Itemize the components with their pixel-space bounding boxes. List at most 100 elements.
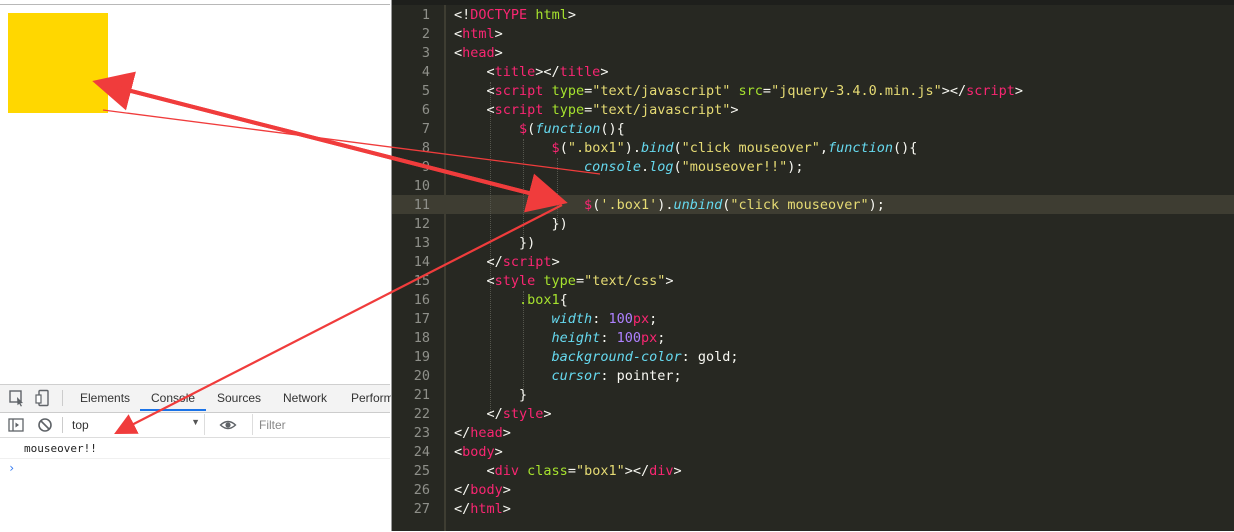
- code-line[interactable]: 17 width: 100px;: [392, 310, 1234, 329]
- inspect-element-icon[interactable]: [8, 389, 26, 407]
- line-code: <body>: [454, 443, 503, 462]
- code-line[interactable]: 8 $(".box1").bind("click mouseover",func…: [392, 139, 1234, 158]
- code-token: background-color: [551, 349, 682, 365]
- code-line[interactable]: 23 </head>: [392, 424, 1234, 443]
- code-token: <: [454, 26, 463, 42]
- code-token: 100: [608, 311, 633, 327]
- code-line[interactable]: 20 cursor: pointer;: [392, 367, 1234, 386]
- code-line[interactable]: 14 </script>: [392, 253, 1234, 272]
- code-line[interactable]: 9 console.log("mouseover!!");: [392, 158, 1234, 177]
- code-line[interactable]: 10: [392, 177, 1234, 196]
- code-token: unbind: [673, 197, 723, 213]
- line-number: 18: [413, 330, 430, 346]
- line-code: </style>: [454, 405, 552, 424]
- code-line[interactable]: 13 }): [392, 234, 1234, 253]
- code-token: head: [462, 45, 495, 61]
- line-number: 27: [413, 501, 430, 517]
- code-token: .: [640, 159, 650, 175]
- code-line[interactable]: 11 $('.box1').unbind("click mouseover");: [392, 196, 1234, 215]
- code-token: $: [519, 121, 528, 137]
- code-line[interactable]: 25 <div class="box1"></div>: [392, 462, 1234, 481]
- tab-console[interactable]: Console: [151, 391, 195, 405]
- code-line[interactable]: 7 $(function(){: [392, 120, 1234, 139]
- tab-performance[interactable]: Perform: [351, 391, 394, 405]
- tab-elements[interactable]: Elements: [80, 391, 130, 405]
- code-line[interactable]: 15 <style type="text/css">: [392, 272, 1234, 291]
- code-token: </: [454, 482, 471, 498]
- line-number: 19: [413, 349, 430, 365]
- line-number: 16: [413, 292, 430, 308]
- code-token: "jquery-3.4.0.min.js": [771, 83, 942, 99]
- active-tab-indicator: [140, 409, 206, 411]
- code-token: );: [868, 197, 885, 213]
- code-token: =: [762, 83, 772, 99]
- line-code: cursor: pointer;: [454, 367, 682, 386]
- line-code: }): [454, 215, 568, 234]
- code-token: >: [494, 26, 503, 42]
- code-token: "box1": [575, 463, 625, 479]
- device-toolbar-icon[interactable]: [34, 389, 52, 407]
- code-token: body: [470, 482, 503, 498]
- code-token: ).: [624, 140, 641, 156]
- code-line[interactable]: 5 <script type="text/javascript" src="jq…: [392, 82, 1234, 101]
- tab-sources[interactable]: Sources: [217, 391, 261, 405]
- code-line[interactable]: 27 </html>: [392, 500, 1234, 519]
- code-token: div: [649, 463, 674, 479]
- code-line[interactable]: 2 <html>: [392, 25, 1234, 44]
- code-line[interactable]: 18 height: 100px;: [392, 329, 1234, 348]
- code-token: script: [494, 83, 544, 99]
- line-code: console.log("mouseover!!");: [454, 158, 804, 177]
- console-prompt[interactable]: ›: [8, 461, 15, 475]
- filter-input[interactable]: [252, 414, 393, 435]
- live-expression-eye-icon[interactable]: [219, 416, 237, 434]
- line-code: </html>: [454, 500, 511, 519]
- code-token: $: [551, 140, 560, 156]
- code-line[interactable]: 21 }: [392, 386, 1234, 405]
- code-token: ></: [535, 64, 560, 80]
- code-token: "text/javascript": [592, 83, 731, 99]
- tab-network[interactable]: Network: [283, 391, 327, 405]
- code-line[interactable]: 4 <title></title>: [392, 63, 1234, 82]
- code-token: (){: [893, 140, 918, 156]
- code-token: type: [543, 273, 576, 289]
- code-token: <: [454, 64, 495, 80]
- line-code: <script type="text/javascript" src="jque…: [454, 82, 1024, 101]
- code-token: log: [649, 159, 674, 175]
- code-line[interactable]: 3 <head>: [392, 44, 1234, 63]
- code-token: ,: [819, 140, 828, 156]
- code-line[interactable]: 26 </body>: [392, 481, 1234, 500]
- code-token: height: [551, 330, 601, 346]
- code-token: function: [535, 121, 601, 137]
- line-code: $(function(){: [454, 120, 625, 139]
- code-line[interactable]: 24 <body>: [392, 443, 1234, 462]
- line-number: 7: [421, 121, 430, 137]
- code-token: <: [454, 102, 495, 118]
- code-token: =: [575, 273, 585, 289]
- code-line[interactable]: 1 <!DOCTYPE html>: [392, 6, 1234, 25]
- code-token: src: [738, 83, 763, 99]
- code-editor[interactable]: 1 <!DOCTYPE html> 2 <html> 3 <head> 4 <title><…: [391, 0, 1234, 531]
- code-line[interactable]: 16 .box1{: [392, 291, 1234, 310]
- line-number: 25: [413, 463, 430, 479]
- code-token: html: [535, 7, 568, 23]
- code-token: >: [567, 7, 576, 23]
- line-code: <html>: [454, 25, 503, 44]
- code-token: px: [640, 330, 658, 346]
- clear-console-icon[interactable]: [36, 416, 54, 434]
- gold-box1[interactable]: [8, 13, 108, 113]
- context-value: top: [72, 418, 89, 432]
- context-selector[interactable]: top ▼: [66, 414, 205, 435]
- line-code: width: 100px;: [454, 310, 658, 329]
- code-token: div: [494, 463, 520, 479]
- code-line[interactable]: 12 }): [392, 215, 1234, 234]
- code-line[interactable]: 6 <script type="text/javascript">: [392, 101, 1234, 120]
- code-token: >: [551, 254, 560, 270]
- code-line[interactable]: 22 </style>: [392, 405, 1234, 424]
- code-token: >: [502, 501, 511, 517]
- sidebar-toggle-icon[interactable]: [7, 416, 25, 434]
- code-line[interactable]: 19 background-color: gold;: [392, 348, 1234, 367]
- line-code: <style type="text/css">: [454, 272, 674, 291]
